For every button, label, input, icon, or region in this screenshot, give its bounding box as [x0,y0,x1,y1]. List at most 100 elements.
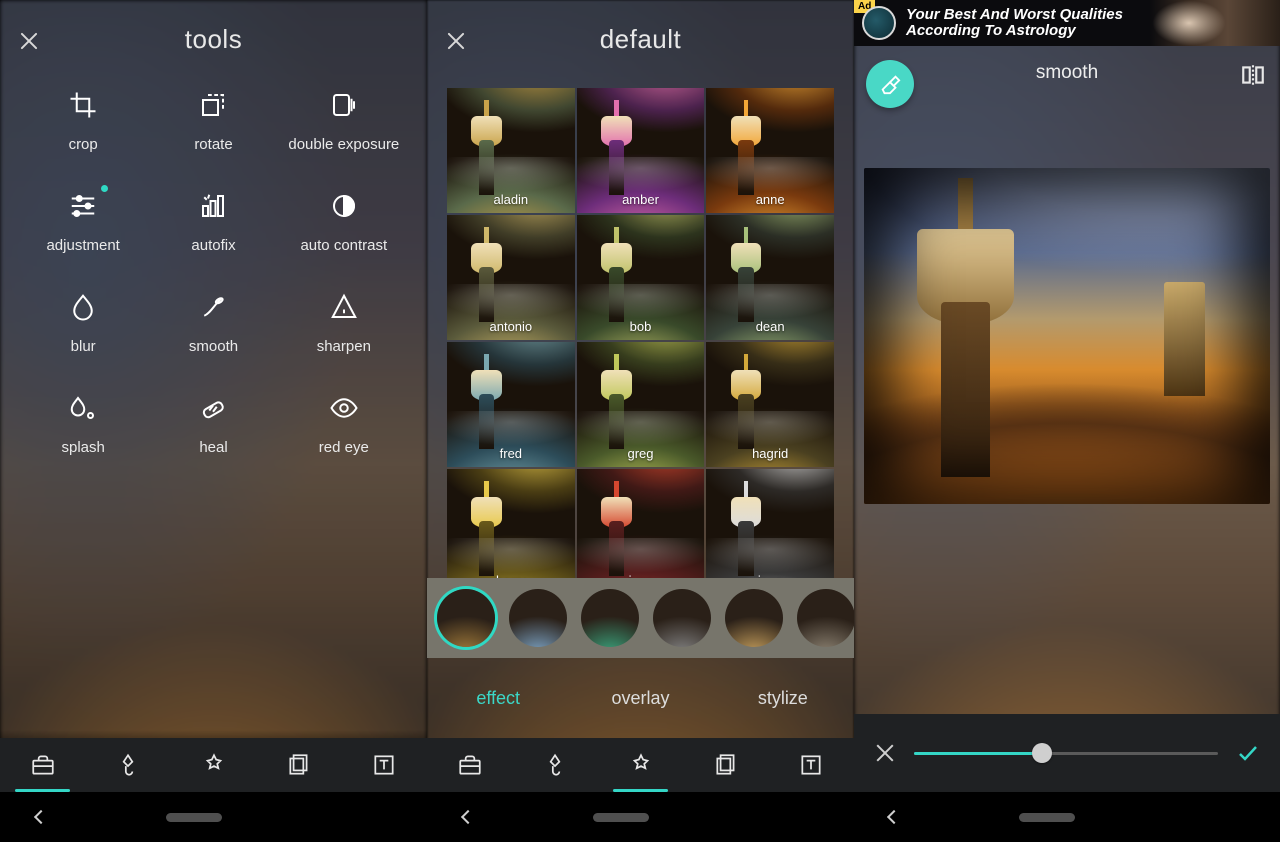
ad-avatar-icon [862,6,896,40]
tools-screen: tools crop rotate double exposure adjustmen… [0,0,427,842]
filter-label: hagrid [706,446,834,461]
nav-home-pill[interactable] [593,813,649,822]
filter-dean[interactable]: dean [706,215,834,340]
tool-splash[interactable]: splash [18,391,148,456]
ad-banner[interactable]: Ad Your Best And Worst Qualities Accordi… [854,0,1280,46]
tool-label: adjustment [46,237,119,254]
filter-category-0[interactable] [437,589,495,647]
filters-topbar: default [427,0,854,78]
tool-label: rotate [194,136,232,153]
filter-label: aladin [447,192,575,207]
rotate-icon [196,88,230,122]
tool-label: crop [69,136,98,153]
filter-harry[interactable]: harry [447,469,575,594]
android-nav [854,792,1280,842]
crop-icon [66,88,100,122]
tool-autofix[interactable]: autofix [148,189,278,254]
tab-text[interactable] [342,738,427,792]
tool-smooth[interactable]: smooth [148,290,278,355]
filter-amber[interactable]: amber [577,88,705,213]
smooth-slider[interactable] [914,752,1218,755]
tool-rotate[interactable]: rotate [148,88,278,153]
check-icon [1236,741,1260,765]
filters-title: default [600,24,682,55]
tool-heal[interactable]: heal [148,391,278,456]
nav-home-pill[interactable] [1019,813,1075,822]
tool-label: double exposure [288,136,399,153]
tool-sharpen[interactable]: sharpen [279,290,409,355]
tab-text[interactable] [769,738,854,792]
autofix-icon [196,189,230,223]
filter-greg[interactable]: greg [577,342,705,467]
smooth-topbar: smooth [854,46,1280,100]
auto-contrast-icon [327,189,361,223]
tab-layers[interactable] [683,738,768,792]
close-icon[interactable] [445,30,467,52]
tool-crop[interactable]: crop [18,88,148,153]
tool-double-exposure[interactable]: double exposure [279,88,409,153]
apply-button[interactable] [1236,741,1260,765]
filter-category-5[interactable] [797,589,854,647]
ad-text: Your Best And Worst Qualities According … [906,7,1123,39]
tab-brush[interactable] [512,738,597,792]
filter-antonio[interactable]: antonio [447,215,575,340]
splash-icon [66,391,100,425]
filter-category-row[interactable] [427,578,854,658]
filter-category-1[interactable] [509,589,567,647]
double-exposure-icon [327,88,361,122]
tool-adjustment[interactable]: adjustment [18,189,148,254]
mode-stylize[interactable]: stylize [712,688,854,709]
filter-aladin[interactable]: aladin [447,88,575,213]
filter-ivan[interactable]: ivan [577,469,705,594]
tool-label: splash [61,439,104,456]
tools-title: tools [185,24,242,55]
tab-toolbox[interactable] [427,738,512,792]
filter-category-2[interactable] [581,589,639,647]
nav-back-icon[interactable] [460,810,474,824]
eraser-button[interactable] [866,60,914,108]
eraser-icon [879,73,901,95]
tab-effects[interactable] [171,738,256,792]
mode-effect[interactable]: effect [427,688,569,709]
mode-overlay[interactable]: overlay [569,688,711,709]
tool-label: autofix [191,237,235,254]
tool-auto-contrast[interactable]: auto contrast [279,189,409,254]
filter-label: bob [577,319,705,334]
filter-label: fred [447,446,575,461]
filter-anne[interactable]: anne [706,88,834,213]
filter-jean[interactable]: jean [706,469,834,594]
smooth-title: smooth [1036,62,1098,84]
tab-layers[interactable] [256,738,341,792]
sharpen-icon [327,290,361,324]
filter-category-3[interactable] [653,589,711,647]
compare-button[interactable] [1240,62,1266,88]
filter-bob[interactable]: bob [577,215,705,340]
slider-knob[interactable] [1032,743,1052,763]
cancel-button[interactable] [874,742,896,764]
filter-category-4[interactable] [725,589,783,647]
android-nav [0,792,427,842]
smooth-icon [196,290,230,324]
filter-hagrid[interactable]: hagrid [706,342,834,467]
heal-icon [196,391,230,425]
filter-fred[interactable]: fred [447,342,575,467]
filters-screen: default aladin amber anne [427,0,854,842]
tool-label: red eye [319,439,369,456]
preview-image[interactable] [864,168,1270,504]
nav-back-icon[interactable] [887,810,901,824]
tools-topbar: tools [0,0,427,78]
tool-label: heal [199,439,227,456]
filter-label: dean [706,319,834,334]
nav-back-icon[interactable] [33,810,47,824]
compare-icon [1240,62,1266,88]
tab-effects[interactable] [598,738,683,792]
filter-label: amber [577,192,705,207]
mode-tabs: effectoverlaystylize [427,658,854,738]
close-icon[interactable] [18,30,40,52]
nav-home-pill[interactable] [166,813,222,822]
android-nav [427,792,854,842]
tab-brush[interactable] [85,738,170,792]
tool-blur[interactable]: blur [18,290,148,355]
tool-red-eye[interactable]: red eye [279,391,409,456]
tab-toolbox[interactable] [0,738,85,792]
